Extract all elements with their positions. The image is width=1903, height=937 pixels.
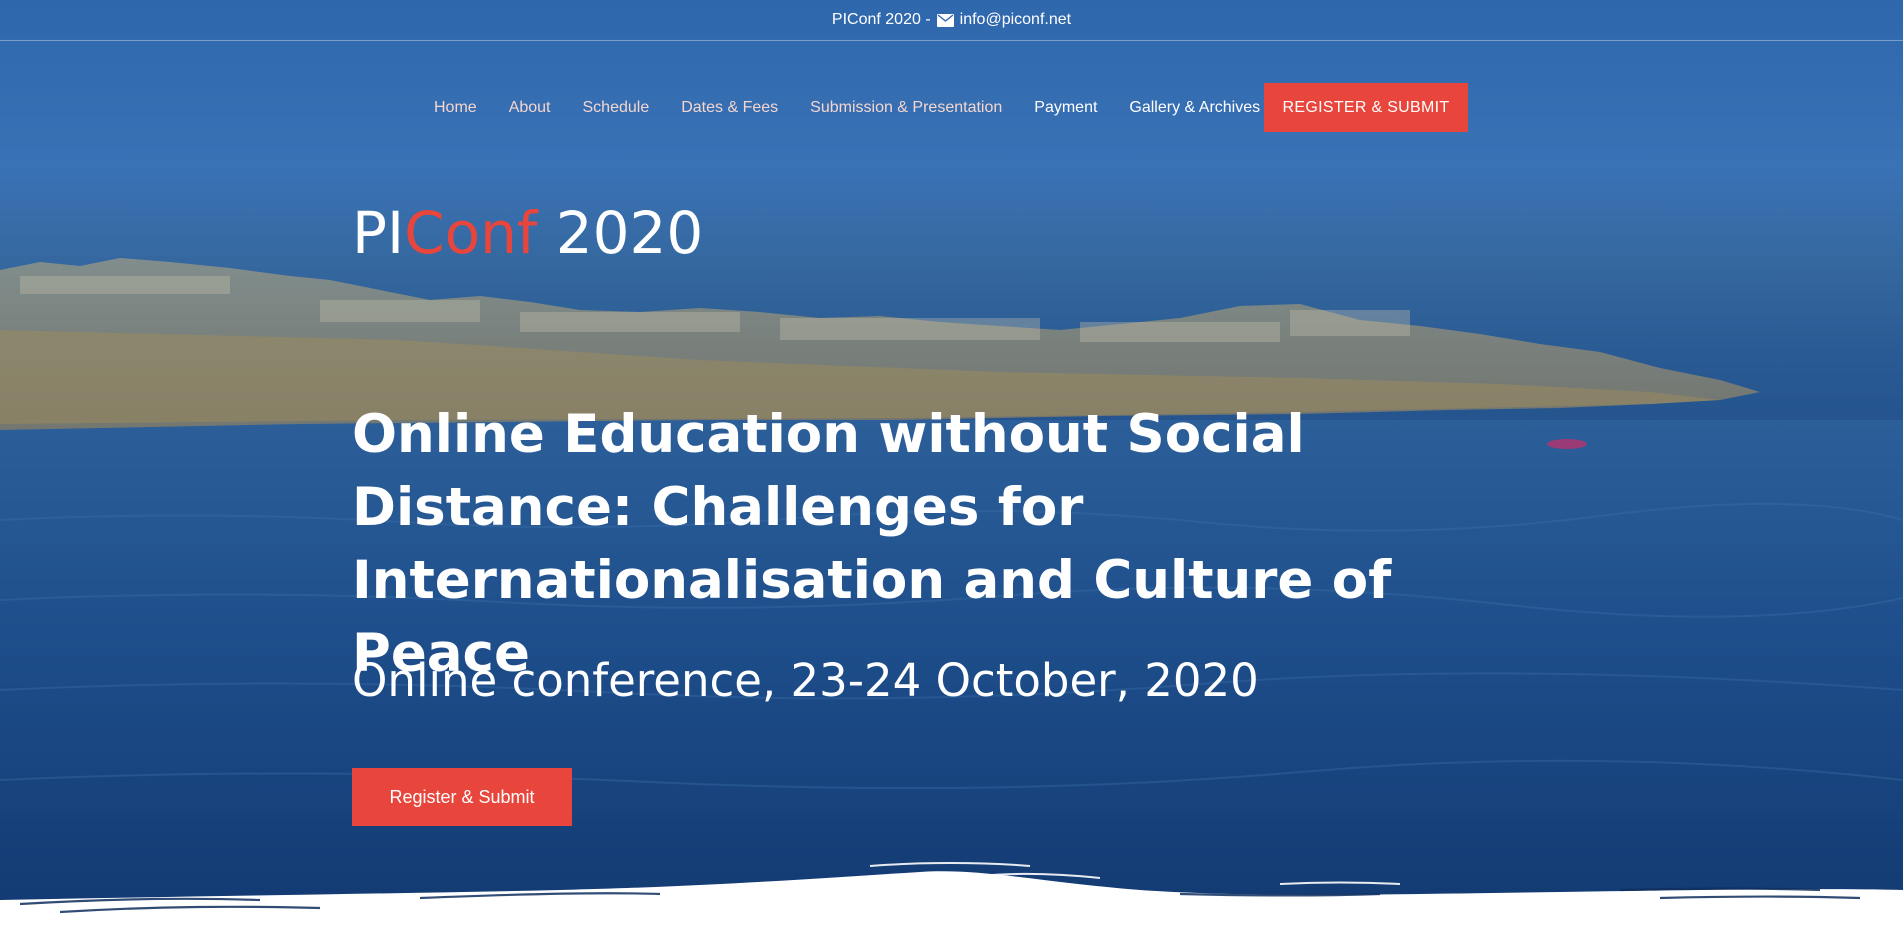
contact-email-link[interactable]: info@piconf.net (960, 11, 1071, 29)
logo-part-year: 2020 (537, 199, 704, 267)
envelope-icon (936, 13, 954, 27)
top-contact-bar: PIConf 2020 - info@piconf.net (0, 0, 1903, 41)
bottom-wave-divider (0, 862, 1903, 937)
nav-links: Home About Schedule Dates & Fees Submiss… (434, 83, 1260, 133)
logo-part-conf: Conf (404, 199, 538, 267)
nav-item-about[interactable]: About (509, 99, 551, 117)
nav-item-home[interactable]: Home (434, 99, 477, 117)
register-submit-nav-button[interactable]: REGISTER & SUBMIT (1264, 83, 1468, 132)
main-navigation: Home About Schedule Dates & Fees Submiss… (0, 83, 1903, 133)
conference-date-line: Online conference, 23-24 October, 2020 (352, 654, 1259, 707)
conference-headline: Online Education without Social Distance… (352, 404, 1392, 684)
nav-item-dates-fees[interactable]: Dates & Fees (681, 99, 778, 117)
site-label: PIConf 2020 - (831, 11, 931, 28)
nav-item-submission[interactable]: Submission & Presentation (810, 99, 1002, 117)
hero-section: PIConf 2020 - info@piconf.net Home About… (0, 0, 1903, 937)
register-submit-button[interactable]: Register & Submit (352, 768, 572, 826)
nav-item-gallery[interactable]: Gallery & Archives (1129, 99, 1260, 117)
logo-part-pi: PI (352, 199, 405, 267)
nav-item-schedule[interactable]: Schedule (583, 99, 650, 117)
nav-item-payment[interactable]: Payment (1034, 99, 1097, 117)
conference-logo-title: PIConf 2020 (352, 204, 703, 262)
